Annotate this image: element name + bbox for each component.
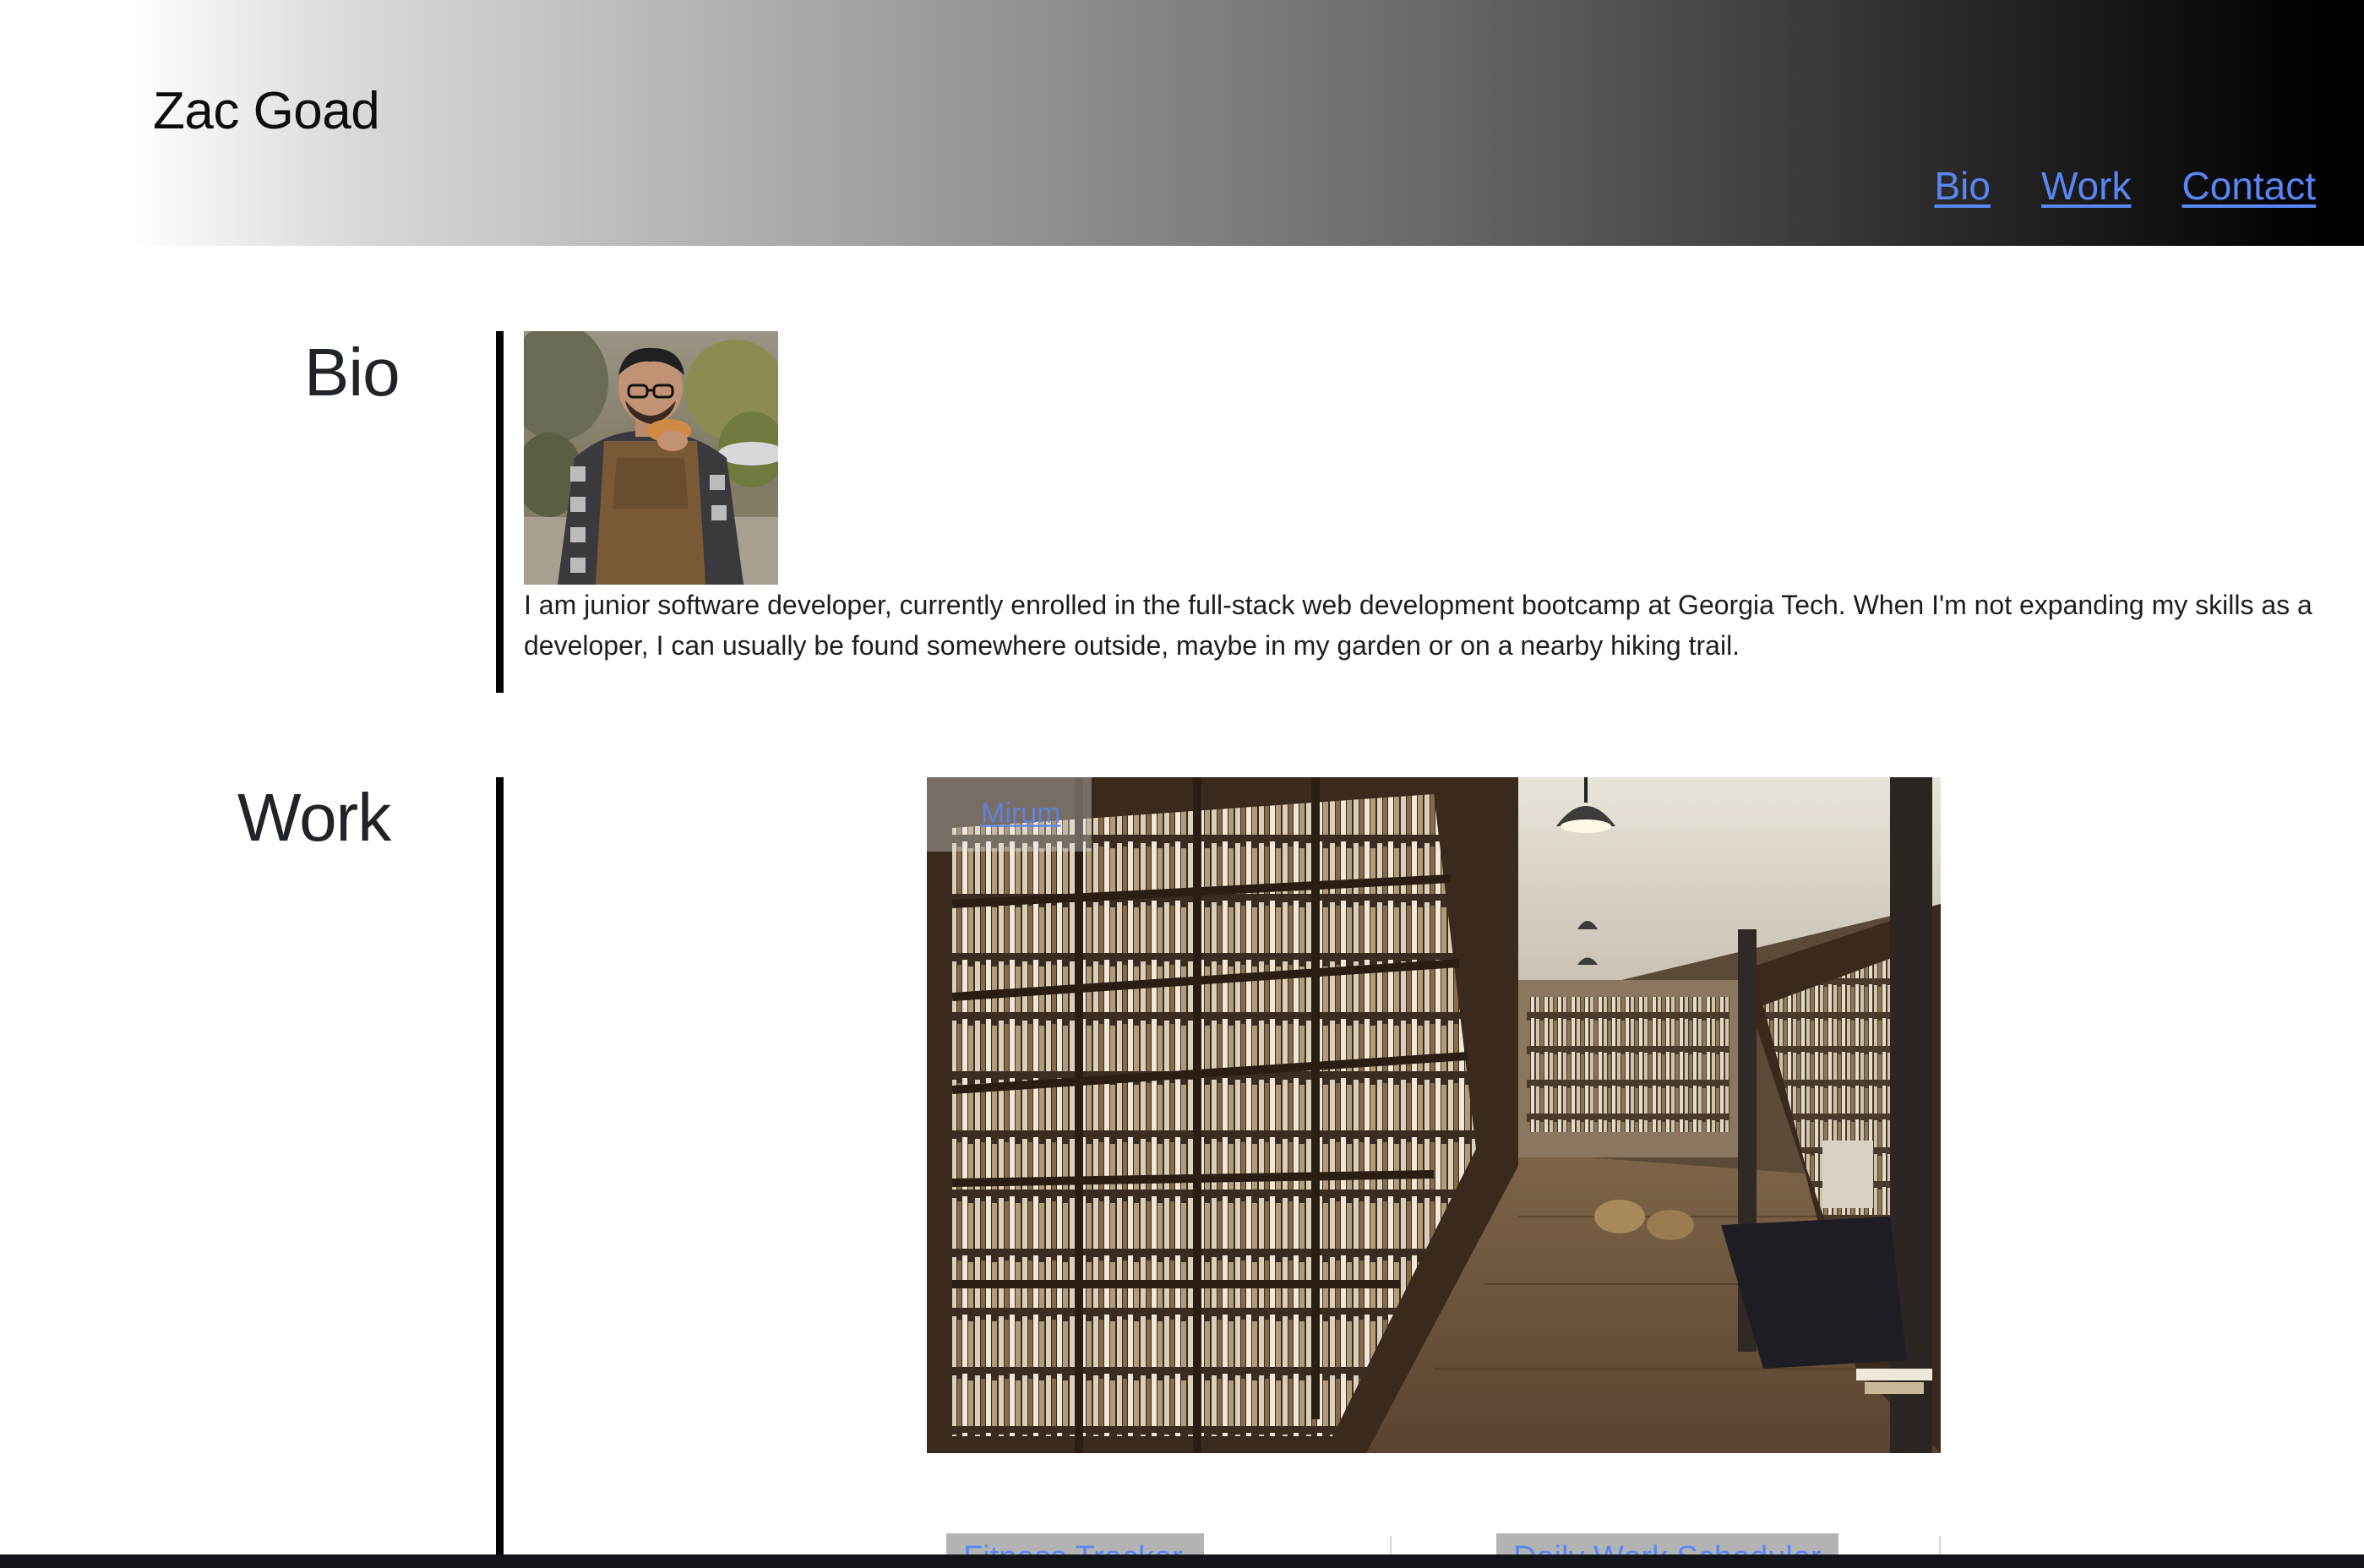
featured-project-link[interactable]: Mirum [981, 798, 1060, 830]
bio-heading: Bio [304, 335, 400, 410]
site-title: Zac Goad [153, 82, 380, 140]
browser-status-bar [0, 1554, 2364, 1568]
main-nav: Bio Work Contact [1934, 163, 2316, 209]
work-divider [496, 777, 504, 1568]
nav-link-bio[interactable]: Bio [1934, 163, 1990, 209]
bookstore-project-image[interactable] [927, 777, 1941, 1453]
nav-link-work[interactable]: Work [2041, 163, 2132, 209]
bio-divider [496, 331, 504, 693]
portfolio-page: Zac Goad Bio Work Contact Bio I am junio… [0, 0, 2364, 1568]
profile-photo [524, 331, 778, 585]
featured-project-caption: Mirum [927, 777, 1092, 852]
bio-text: I am junior software developer, currentl… [524, 590, 2312, 661]
nav-link-contact[interactable]: Contact [2182, 163, 2316, 209]
site-header: Zac Goad Bio Work Contact [0, 0, 2364, 246]
work-heading: Work [237, 780, 391, 855]
